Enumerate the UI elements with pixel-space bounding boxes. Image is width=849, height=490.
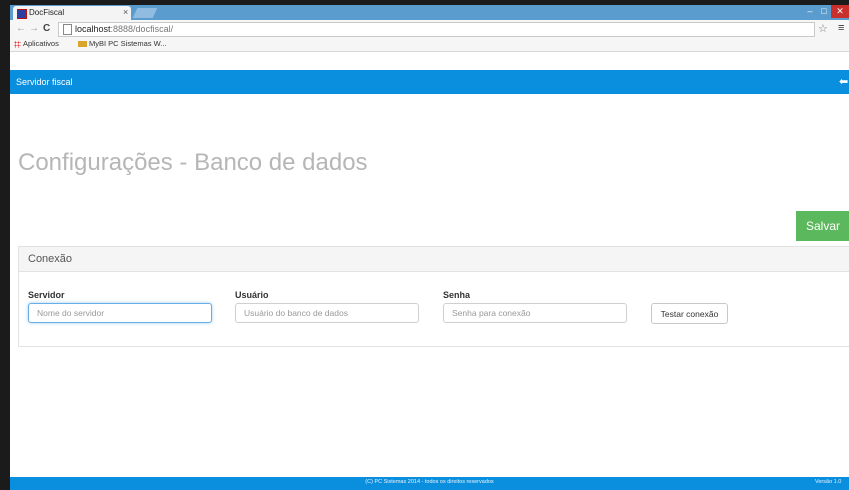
docfiscal-favicon-icon: [17, 9, 27, 19]
servidor-input[interactable]: [28, 303, 212, 323]
url-input[interactable]: localhost:8888/docfiscal/: [58, 22, 815, 37]
panel-heading: Conexão: [19, 247, 849, 272]
tab-strip: DocFiscal × – □ ✕: [10, 5, 849, 20]
folder-icon: [78, 41, 87, 48]
browser-tab[interactable]: DocFiscal ×: [13, 6, 131, 20]
footer-version: Versão 1.0: [815, 479, 842, 485]
senha-input[interactable]: [443, 303, 627, 323]
browser-menu-icon[interactable]: ≡: [838, 22, 844, 34]
url-text: localhost:8888/docfiscal/: [75, 24, 173, 34]
usuario-input[interactable]: [235, 303, 419, 323]
tab-title: DocFiscal: [29, 8, 65, 17]
panel-title: Conexão: [28, 253, 73, 265]
window-close-button[interactable]: ✕: [831, 5, 849, 18]
footer-copyright: (C) PC Sistemas 2014 - todos os direitos…: [365, 479, 494, 485]
bookmarks-bar: Aplicativos MyBI PC Sistemas W...: [10, 38, 849, 52]
address-bar: ← → C localhost:8888/docfiscal/ ☆ ≡: [10, 20, 849, 38]
bookmark-mybi[interactable]: MyBI PC Sistemas W...: [78, 39, 167, 48]
bookmark-apps-label: Aplicativos: [23, 39, 59, 48]
browser-window: DocFiscal × – □ ✕ ← → C localhost:8888/d…: [10, 5, 849, 490]
forward-arrow-icon[interactable]: →: [29, 23, 39, 34]
window-maximize-button[interactable]: □: [817, 5, 831, 18]
connection-panel: Conexão: [18, 246, 849, 347]
back-arrow-icon[interactable]: ←: [16, 23, 26, 34]
bookmark-mybi-label: MyBI PC Sistemas W...: [89, 39, 167, 48]
new-tab-button[interactable]: [132, 8, 158, 18]
save-button[interactable]: Salvar: [796, 211, 849, 241]
navbar-brand[interactable]: Servidor fiscal: [16, 77, 73, 87]
bookmark-apps[interactable]: Aplicativos: [14, 39, 59, 48]
senha-label: Senha: [443, 290, 471, 300]
url-path: :8888/docfiscal/: [110, 24, 174, 34]
reload-icon[interactable]: C: [43, 23, 50, 34]
app-navbar: Servidor fiscal ⬅: [10, 70, 849, 94]
usuario-label: Usuário: [235, 290, 269, 300]
sign-out-arrow-icon[interactable]: ⬅: [839, 75, 848, 88]
bookmark-star-icon[interactable]: ☆: [818, 22, 828, 35]
window-minimize-button[interactable]: –: [803, 5, 817, 18]
tab-close-icon[interactable]: ×: [123, 7, 128, 17]
footer: (C) PC Sistemas 2014 - todos os direitos…: [10, 477, 849, 490]
apps-grid-icon: [14, 40, 21, 48]
test-connection-button[interactable]: Testar conexão: [651, 303, 728, 324]
servidor-label: Servidor: [28, 290, 65, 300]
page-icon: [63, 24, 72, 35]
url-host: localhost: [75, 24, 111, 34]
page-title: Configurações - Banco de dados: [18, 149, 368, 177]
